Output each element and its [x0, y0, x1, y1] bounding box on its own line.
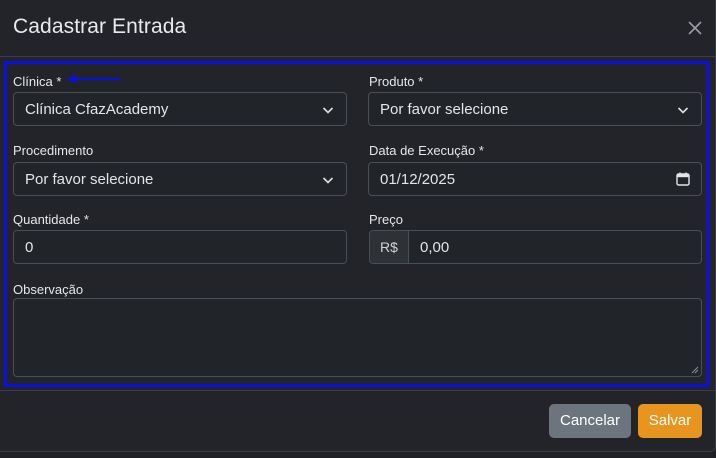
save-button[interactable]: Salvar — [638, 404, 702, 438]
currency-prefix: R$ — [370, 231, 409, 263]
chevron-down-icon — [677, 107, 689, 114]
procedimento-select[interactable]: Por favor selecione — [13, 162, 347, 196]
observacao-label: Observação — [13, 282, 84, 297]
chevron-down-icon — [322, 107, 334, 114]
clinica-select-value: Clínica CfazAcademy — [25, 101, 169, 118]
calendar-icon[interactable] — [676, 172, 690, 186]
procedimento-select-value: Por favor selecione — [25, 171, 154, 188]
clinica-select[interactable]: Clínica CfazAcademy — [13, 92, 347, 126]
procedimento-label: Procedimento — [13, 143, 94, 158]
chevron-down-icon — [322, 177, 334, 184]
modal-title: Cadastrar Entrada — [13, 15, 187, 38]
preco-value[interactable]: 0,00 — [420, 239, 449, 256]
data-execucao-value: 01/12/2025 — [380, 171, 456, 188]
arrow-annotation-icon — [67, 74, 121, 84]
data-execucao-input[interactable]: 01/12/2025 — [368, 162, 702, 196]
produto-label: Produto * — [369, 74, 424, 89]
resize-grip-icon[interactable] — [691, 366, 699, 374]
observacao-textarea[interactable] — [13, 298, 702, 377]
clinica-label: Clínica * — [13, 74, 62, 89]
quantidade-label: Quantidade * — [13, 212, 89, 227]
modal-dialog: Cadastrar Entrada Clínica * Clínica Cfaz… — [0, 0, 716, 452]
footer-divider — [0, 390, 716, 391]
cancel-button[interactable]: Cancelar — [549, 404, 631, 438]
close-icon[interactable] — [684, 17, 708, 39]
produto-select-value: Por favor selecione — [380, 101, 509, 118]
quantidade-input[interactable]: 0 — [13, 230, 347, 264]
quantidade-value: 0 — [25, 239, 34, 256]
data-execucao-label: Data de Execução * — [369, 143, 484, 158]
preco-input-group[interactable]: R$ 0,00 — [369, 230, 702, 264]
preco-label: Preço — [369, 212, 403, 227]
modal-header: Cadastrar Entrada — [0, 0, 716, 57]
produto-select[interactable]: Por favor selecione — [368, 92, 702, 126]
